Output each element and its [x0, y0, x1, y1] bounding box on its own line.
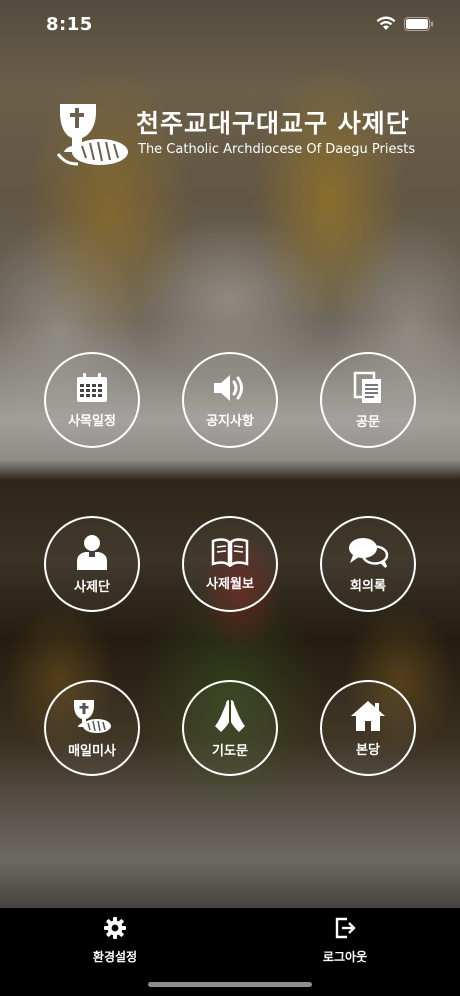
menu-monthly-bulletin-label: 사제월보 [206, 576, 254, 592]
app-logo: 천주교대구대교구 사제단 The Catholic Archdiocese Of… [56, 96, 416, 168]
status-bar: 8:15 [0, 0, 460, 50]
calendar-icon [75, 372, 109, 404]
open-book-icon [211, 537, 249, 567]
menu-schedule-button[interactable]: 사목일정 [44, 352, 140, 448]
gear-icon [103, 916, 127, 944]
menu-parish-button[interactable]: 본당 [320, 680, 416, 776]
battery-icon [404, 16, 434, 35]
chat-bubbles-icon [347, 535, 389, 569]
menu-official-docs-label: 공문 [356, 414, 380, 430]
praying-hands-icon [213, 698, 247, 734]
menu-parish-label: 본당 [356, 742, 380, 758]
app-title: 천주교대구대교구 사제단 [136, 109, 410, 138]
home-icon [349, 699, 387, 733]
logout-icon [333, 916, 357, 944]
menu-schedule-label: 사목일정 [68, 413, 116, 429]
menu-official-docs-button[interactable]: 공문 [320, 352, 416, 448]
home-indicator [148, 982, 312, 987]
menu-priests-button[interactable]: 사제단 [44, 516, 140, 612]
menu-minutes-button[interactable]: 회의록 [320, 516, 416, 612]
wifi-icon [376, 16, 396, 35]
chalice-icon [72, 698, 112, 734]
priest-icon [75, 534, 109, 570]
status-icons [376, 16, 434, 35]
menu-monthly-bulletin-button[interactable]: 사제월보 [182, 516, 278, 612]
logout-button[interactable]: 로그아웃 [300, 916, 390, 965]
menu-minutes-label: 회의록 [350, 578, 386, 594]
chalice-bread-icon [56, 98, 130, 168]
logout-label: 로그아웃 [322, 950, 368, 964]
menu-daily-mass-button[interactable]: 매일미사 [44, 680, 140, 776]
menu-prayers-button[interactable]: 기도문 [182, 680, 278, 776]
menu-notice-label: 공지사항 [206, 413, 254, 429]
menu-notice-button[interactable]: 공지사항 [182, 352, 278, 448]
status-time: 8:15 [46, 14, 93, 35]
bottom-tab-bar: 환경설정 로그아웃 [0, 908, 460, 996]
settings-label: 환경설정 [92, 950, 138, 964]
menu-priests-label: 사제단 [74, 579, 110, 595]
app-subtitle: The Catholic Archdiocese Of Daegu Priest… [138, 142, 416, 157]
documents-icon [352, 371, 384, 405]
menu-prayers-label: 기도문 [212, 743, 248, 759]
settings-button[interactable]: 환경설정 [70, 916, 160, 965]
menu-daily-mass-label: 매일미사 [68, 743, 116, 759]
speaker-icon [212, 372, 248, 404]
